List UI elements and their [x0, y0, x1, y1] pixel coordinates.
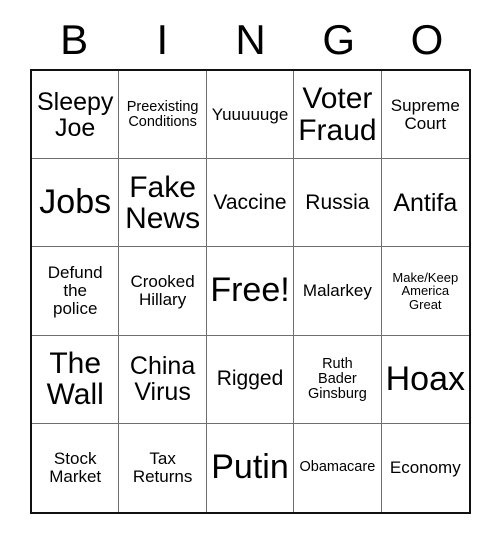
bingo-cell-label: Sleepy Joe — [36, 87, 114, 142]
bingo-cell-label: China Virus — [129, 352, 196, 407]
bingo-cell[interactable]: Jobs — [32, 159, 120, 248]
bingo-cell[interactable]: Russia — [294, 159, 382, 248]
bingo-cell[interactable]: Sleepy Joe — [32, 71, 120, 160]
bingo-header-row: B I N G O — [30, 14, 471, 66]
bingo-cell-label: Putin — [211, 448, 289, 487]
bingo-cell[interactable]: Rigged — [206, 335, 295, 424]
bingo-cell[interactable]: Antifa — [381, 159, 469, 248]
bingo-cell-label: Antifa — [393, 188, 458, 217]
bingo-cell-label: Make/Keep America Great — [392, 269, 459, 312]
bingo-card: B I N G O Sleepy Joe Preexisting Conditio… — [0, 0, 500, 544]
bingo-cell-label: Hoax — [385, 359, 465, 398]
bingo-cell-label: Yuuuuuge — [211, 104, 289, 124]
bingo-cell-label: Jobs — [39, 183, 112, 222]
bingo-cell[interactable]: Crooked Hillary — [119, 247, 207, 336]
bingo-cell-label: Ruth Bader Ginsburg — [307, 355, 367, 402]
bingo-cell-label: Defund the police — [47, 263, 103, 318]
bingo-cell[interactable]: Fake News — [119, 159, 207, 248]
bingo-cell[interactable]: Voter Fraud — [294, 71, 382, 160]
bingo-cell-label: Obamacare — [299, 459, 376, 476]
bingo-cell-label: Crooked Hillary — [130, 272, 195, 309]
bingo-cell[interactable]: Make/Keep America Great — [381, 247, 469, 336]
bingo-cell[interactable]: China Virus — [119, 335, 207, 424]
bingo-cell[interactable]: Ruth Bader Ginsburg — [294, 335, 382, 424]
bingo-cell-label: Tax Returns — [132, 449, 193, 486]
bingo-cell-label: Rigged — [216, 367, 284, 391]
bingo-cell[interactable]: The Wall — [32, 335, 120, 424]
bingo-cell[interactable]: Economy — [381, 423, 469, 512]
bingo-cell-label: Supreme Court — [390, 95, 460, 133]
bingo-cell-label: Fake News — [125, 170, 201, 235]
bingo-grid: Sleepy Joe Preexisting Conditions Yuuuuuge… — [30, 69, 471, 514]
bingo-header-letter-o: O — [410, 16, 444, 63]
bingo-header-letter-g: G — [322, 16, 356, 63]
bingo-header-letter-b: B — [60, 16, 89, 63]
bingo-cell[interactable]: Malarkey — [294, 247, 382, 336]
bingo-cell-label: Preexisting Conditions — [126, 98, 199, 130]
bingo-cell[interactable]: Putin — [206, 423, 295, 512]
bingo-header-letter-i: I — [156, 16, 169, 63]
bingo-cell[interactable]: Stock Market — [32, 423, 120, 512]
bingo-header-letter-n: N — [235, 16, 266, 63]
bingo-cell[interactable]: Defund the police — [32, 247, 120, 336]
bingo-cell-label: Voter Fraud — [298, 82, 377, 147]
bingo-cell[interactable]: Preexisting Conditions — [119, 71, 207, 160]
bingo-cell[interactable]: Obamacare — [294, 423, 382, 512]
bingo-cell-label: Free! — [210, 271, 290, 310]
bingo-cell[interactable]: Tax Returns — [119, 423, 207, 512]
bingo-cell[interactable]: Yuuuuuge — [206, 71, 295, 160]
bingo-cell-label: The Wall — [46, 347, 104, 412]
bingo-cell[interactable]: Hoax — [381, 335, 469, 424]
bingo-cell-label: Russia — [305, 190, 370, 214]
bingo-cell-label: Stock Market — [49, 449, 102, 486]
bingo-cell[interactable]: Vaccine — [206, 159, 295, 248]
bingo-cell-free-space[interactable]: Free! — [206, 247, 295, 336]
bingo-cell[interactable]: Supreme Court — [381, 71, 469, 160]
bingo-cell-label: Malarkey — [302, 281, 372, 301]
bingo-cell-label: Vaccine — [213, 190, 287, 214]
bingo-cell-label: Economy — [389, 458, 461, 478]
